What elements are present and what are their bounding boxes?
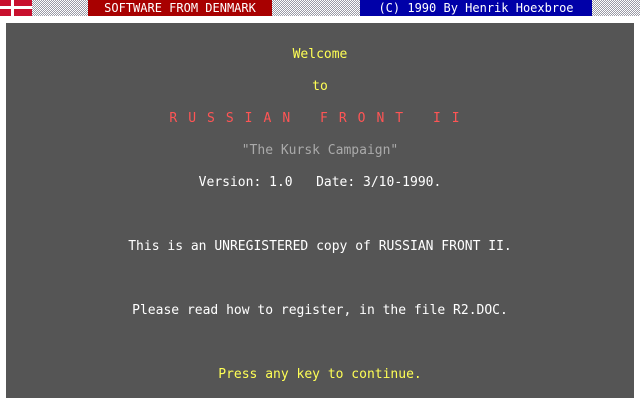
splash-panel[interactable] — [4, 21, 636, 400]
continue-prompt[interactable]: Press any key to continue. — [0, 367, 640, 383]
version-info: Version: 1.0 Date: 3/10-1990. — [198, 175, 442, 190]
flag-cross-horizontal — [0, 6, 32, 9]
copyright-label: (C) 1990 By Henrik Hoexbroe — [360, 0, 592, 16]
game-subtitle: "The Kursk Campaign" — [241, 143, 399, 158]
game-title: RUSSIAN FRONT II — [169, 111, 471, 126]
danish-flag-icon — [0, 0, 32, 16]
to-text: to — [312, 79, 328, 94]
welcome-text: Welcome — [292, 47, 348, 62]
register-instructions: Please read how to register, in the file… — [132, 303, 508, 318]
unregistered-notice: This is an UNREGISTERED copy of RUSSIAN … — [128, 239, 512, 254]
brand-label: SOFTWARE FROM DENMARK — [88, 0, 272, 16]
title-bar: SOFTWARE FROM DENMARK (C) 1990 By Henrik… — [0, 0, 640, 16]
